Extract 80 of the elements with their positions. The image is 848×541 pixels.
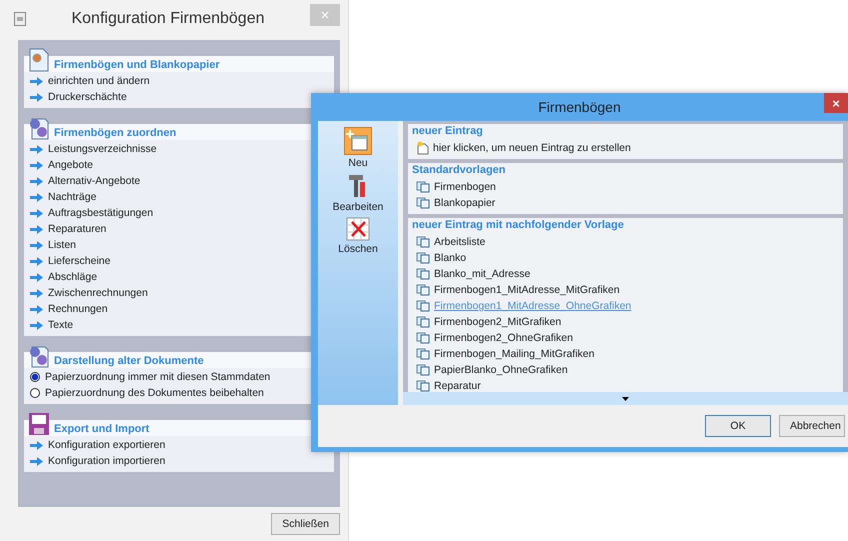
group-title: Standardvorlagen	[412, 164, 507, 178]
group-title: neuer Eintrag	[412, 125, 484, 139]
arrow-icon	[30, 208, 43, 218]
dialog-button[interactable]: OK	[705, 415, 771, 437]
list-item[interactable]: Blanko_mit_Adresse	[434, 268, 530, 280]
menu-link[interactable]: Reparaturen	[48, 223, 106, 235]
arrow-icon	[30, 176, 43, 186]
documents-icon	[416, 181, 430, 193]
arrow-icon	[30, 256, 43, 266]
list-item[interactable]: Firmenbogen2_OhneGrafiken	[434, 332, 573, 344]
list-item[interactable]: PapierBlanko_OhneGrafiken	[434, 364, 568, 376]
close-window-button[interactable]: Schließen	[271, 513, 340, 535]
dialog-title: Firmenbögen	[538, 99, 621, 115]
documents-icon	[416, 364, 430, 376]
menu-link[interactable]: Auftragsbestätigungen	[48, 207, 154, 219]
menu-link[interactable]: Angebote	[48, 159, 93, 171]
arrow-icon	[30, 272, 43, 282]
documents-icon	[416, 268, 430, 280]
new-window-icon	[344, 127, 372, 155]
menu-link[interactable]: Abschläge	[48, 271, 98, 283]
toolbar-button[interactable]: Löschen	[338, 217, 378, 255]
section-title: Firmenbögen und Blankopapier	[54, 59, 220, 72]
radio-label: Papierzuordnung des Dokumentes beibehalten	[45, 387, 264, 399]
menu-link[interactable]: Konfiguration exportieren	[48, 439, 166, 451]
app-icon	[14, 12, 26, 26]
documents-icon	[416, 300, 430, 312]
radio-button[interactable]	[30, 388, 40, 398]
list-item[interactable]: Firmenbogen1_MitAdresse_MitGrafiken	[434, 284, 620, 296]
section-title: Firmenbögen zuordnen	[54, 127, 176, 140]
list-item[interactable]: Firmenbogen_Mailing_MitGrafiken	[434, 348, 594, 360]
arrow-icon	[30, 76, 43, 86]
documents-icon	[416, 197, 430, 209]
arrow-icon	[30, 160, 43, 170]
menu-link[interactable]: Lieferscheine	[48, 255, 110, 267]
documents-icon	[416, 380, 430, 392]
arrow-icon	[30, 224, 43, 234]
documents-icon	[416, 316, 430, 328]
dialog-button[interactable]: Abbrechen	[779, 415, 845, 437]
list-item[interactable]: Reparatur	[434, 380, 481, 392]
menu-link[interactable]: Texte	[48, 319, 74, 331]
menu-link[interactable]: Nachträge	[48, 191, 96, 203]
radio-label: Papierzuordnung immer mit diesen Stammdaten	[45, 371, 270, 383]
arrow-icon	[30, 192, 43, 202]
documents-icon	[416, 332, 430, 344]
menu-link[interactable]: Konfiguration importieren	[48, 455, 166, 467]
menu-link[interactable]: Listen	[48, 239, 76, 251]
arrow-icon	[30, 240, 43, 250]
arrow-icon	[30, 320, 43, 330]
list-item[interactable]: Blanko	[434, 252, 466, 264]
arrow-icon	[30, 456, 43, 466]
menu-link[interactable]: Leistungsverzeichnisse	[48, 143, 157, 155]
arrow-icon	[30, 92, 43, 102]
section-title: Darstellung alter Dokumente	[54, 355, 204, 368]
menu-link[interactable]: Druckerschächte	[48, 91, 127, 103]
list-item[interactable]: Arbeitsliste	[434, 236, 486, 248]
menu-link[interactable]: Alternativ-Angebote	[48, 175, 140, 187]
menu-link[interactable]: Zwischenrechnungen	[48, 287, 148, 299]
arrow-icon	[30, 144, 43, 154]
menu-link[interactable]: einrichten und ändern	[48, 75, 150, 87]
arrow-icon	[30, 288, 43, 298]
arrow-icon	[30, 304, 43, 314]
group-title: neuer Eintrag mit nachfolgender Vorlage	[412, 219, 625, 233]
section-title: Export und Import	[54, 423, 150, 436]
documents-icon	[416, 284, 430, 296]
list-item[interactable]: Blankopapier	[434, 197, 496, 209]
toolbar-button[interactable]: Bearbeiten	[332, 173, 384, 213]
toolbar-button[interactable]: Neu	[344, 127, 372, 169]
documents-icon	[416, 348, 430, 360]
close-button[interactable]: ×	[824, 93, 848, 113]
list-item[interactable]: Firmenbogen	[434, 181, 496, 193]
window-title: Konfiguration Firmenbögen	[70, 10, 266, 28]
list-item[interactable]: Firmenbogen2_MitGrafiken	[434, 316, 562, 328]
radio-button[interactable]	[30, 372, 40, 382]
new-document-icon	[416, 141, 429, 155]
menu-link[interactable]: Rechnungen	[48, 303, 108, 315]
arrow-icon	[30, 440, 43, 450]
documents-icon	[416, 236, 430, 248]
documents-icon	[416, 252, 430, 264]
delete-icon	[346, 217, 370, 241]
list-item[interactable]: hier klicken, um neuen Eintrag zu erstellen	[433, 142, 631, 154]
